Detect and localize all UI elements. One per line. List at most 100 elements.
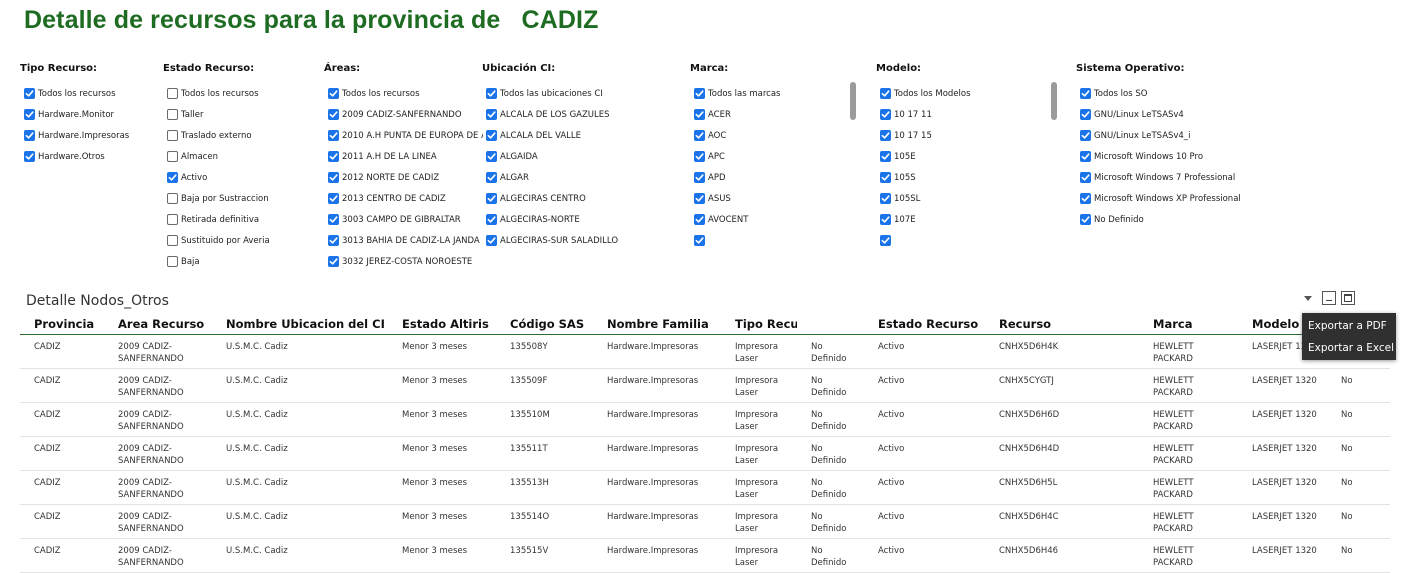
filter-option[interactable]: Almacen (167, 146, 307, 167)
checkbox-checked-icon[interactable] (328, 214, 339, 225)
checkbox-unchecked-icon[interactable] (167, 256, 178, 267)
filter-option[interactable]: Hardware.Monitor (24, 104, 154, 125)
filter-option[interactable]: 2011 A.H DE LA LINEA (328, 146, 483, 167)
checkbox-checked-icon[interactable] (486, 109, 497, 120)
filter-option[interactable]: 105E (880, 146, 1055, 167)
checkbox-checked-icon[interactable] (167, 172, 178, 183)
filter-option[interactable]: Traslado externo (167, 125, 307, 146)
checkbox-checked-icon[interactable] (328, 172, 339, 183)
filter-option[interactable]: 2010 A.H PUNTA DE EUROPA DE A (328, 125, 483, 146)
checkbox-checked-icon[interactable] (328, 193, 339, 204)
checkbox-unchecked-icon[interactable] (167, 88, 178, 99)
table-row[interactable]: CADIZ 2009 CADIZ-SANFERNANDO U.S.M.C. Cadi… (20, 436, 1390, 471)
checkbox-checked-icon[interactable] (880, 193, 891, 204)
table-row[interactable]: CADIZ 2009 CADIZ-SANFERNANDO U.S.M.C. Cadi… (20, 470, 1390, 505)
checkbox-checked-icon[interactable] (328, 151, 339, 162)
filter-option[interactable]: Activo (167, 167, 307, 188)
filter-option[interactable]: APD (694, 167, 854, 188)
filter-option[interactable]: Hardware.Impresoras (24, 125, 154, 146)
filter-option[interactable]: Todos las ubicaciones CI (486, 83, 676, 104)
filter-option[interactable]: Todos los recursos (328, 83, 483, 104)
column-header[interactable]: Código SAS (496, 313, 593, 335)
column-header[interactable]: Estado Altiris (388, 313, 496, 335)
filter-option[interactable]: GNU/Linux LeTSASv4_i (1080, 125, 1280, 146)
checkbox-checked-icon[interactable] (328, 130, 339, 141)
checkbox-checked-icon[interactable] (694, 193, 705, 204)
filter-option[interactable]: ALGECIRAS-NORTE (486, 209, 676, 230)
checkbox-checked-icon[interactable] (486, 172, 497, 183)
checkbox-checked-icon[interactable] (24, 88, 35, 99)
column-header[interactable]: Nombre Ubicacion del CI (212, 313, 388, 335)
table-row[interactable]: CADIZ 2009 CADIZ-SANFERNANDO U.S.M.C. Cadi… (20, 538, 1390, 573)
filter-option[interactable]: Retirada definitiva (167, 209, 307, 230)
checkbox-unchecked-icon[interactable] (167, 130, 178, 141)
checkbox-checked-icon[interactable] (24, 109, 35, 120)
checkbox-checked-icon[interactable] (486, 214, 497, 225)
checkbox-checked-icon[interactable] (24, 130, 35, 141)
checkbox-checked-icon[interactable] (694, 214, 705, 225)
table-row[interactable]: CADIZ 2009 CADIZ-SANFERNANDO U.S.M.C. Cadi… (20, 368, 1390, 403)
column-header[interactable]: Area Recurso (104, 313, 212, 335)
checkbox-checked-icon[interactable] (880, 235, 891, 246)
filter-option[interactable]: Microsoft Windows 10 Pro (1080, 146, 1280, 167)
filter-option[interactable]: AVOCENT (694, 209, 854, 230)
filter-option[interactable]: Todos los recursos (167, 83, 307, 104)
checkbox-checked-icon[interactable] (1080, 88, 1091, 99)
filter-list-estado[interactable]: Todos los recursos Taller Traslado externo… (167, 83, 307, 293)
filter-option[interactable]: Todos los SO (1080, 83, 1280, 104)
filter-list-marca[interactable]: Todos las marcas ACER AOC APC APD ASUS AVOCENT (694, 83, 854, 255)
filter-option[interactable]: 2012 NORTE DE CADIZ (328, 167, 483, 188)
filter-option[interactable]: 105S (880, 167, 1055, 188)
checkbox-checked-icon[interactable] (328, 109, 339, 120)
checkbox-checked-icon[interactable] (486, 130, 497, 141)
checkbox-checked-icon[interactable] (880, 109, 891, 120)
filter-list-ubicacion[interactable]: Todos las ubicaciones CI ALCALA DE LOS GA… (486, 83, 676, 255)
filter-option[interactable]: AOC (694, 125, 854, 146)
checkbox-checked-icon[interactable] (1080, 193, 1091, 204)
filter-option[interactable]: Sustituido por Averia (167, 230, 307, 251)
checkbox-checked-icon[interactable] (694, 151, 705, 162)
filter-option[interactable]: 105SL (880, 188, 1055, 209)
checkbox-unchecked-icon[interactable] (167, 235, 178, 246)
filter-option[interactable]: 2013 CENTRO DE CADIZ (328, 188, 483, 209)
filter-option[interactable]: ALGAIDA (486, 146, 676, 167)
filter-list-so[interactable]: Todos los SO GNU/Linux LeTSASv4 GNU/Linux … (1080, 83, 1280, 255)
filter-option[interactable]: ALGECIRAS-SUR SALADILLO (486, 230, 676, 251)
filter-option[interactable]: 10 17 15 (880, 125, 1055, 146)
filter-option[interactable]: ALGECIRAS CENTRO (486, 188, 676, 209)
filter-option[interactable]: 10 17 11 (880, 104, 1055, 125)
checkbox-checked-icon[interactable] (328, 235, 339, 246)
checkbox-unchecked-icon[interactable] (167, 193, 178, 204)
checkbox-unchecked-icon[interactable] (167, 109, 178, 120)
filter-option[interactable]: Baja por Sustraccion (167, 188, 307, 209)
filter-option[interactable]: ALGAR (486, 167, 676, 188)
checkbox-checked-icon[interactable] (694, 130, 705, 141)
checkbox-checked-icon[interactable] (880, 214, 891, 225)
checkbox-checked-icon[interactable] (486, 235, 497, 246)
checkbox-checked-icon[interactable] (880, 130, 891, 141)
minimize-icon[interactable] (1322, 291, 1336, 305)
filter-option[interactable]: Todos las marcas (694, 83, 854, 104)
checkbox-checked-icon[interactable] (1080, 172, 1091, 183)
filter-option[interactable]: Microsoft Windows 7 Professional (1080, 167, 1280, 188)
scrollbar-modelo[interactable] (1051, 82, 1057, 120)
checkbox-checked-icon[interactable] (328, 256, 339, 267)
filter-option[interactable]: ASUS (694, 188, 854, 209)
filter-option[interactable]: Baja (167, 251, 307, 272)
column-header[interactable]: Nombre Familia (593, 313, 721, 335)
checkbox-checked-icon[interactable] (1080, 130, 1091, 141)
filter-option[interactable]: APC (694, 146, 854, 167)
checkbox-checked-icon[interactable] (328, 88, 339, 99)
column-header[interactable]: Estado Recurso (864, 313, 985, 335)
filter-option[interactable]: ALCALA DE LOS GAZULES (486, 104, 676, 125)
filter-option[interactable]: 3013 BAHIA DE CADIZ-LA JANDA (328, 230, 483, 251)
filter-option[interactable]: 2009 CADIZ-SANFERNANDO (328, 104, 483, 125)
filter-option[interactable]: Todos los recursos (24, 83, 154, 104)
checkbox-checked-icon[interactable] (694, 235, 705, 246)
checkbox-checked-icon[interactable] (486, 151, 497, 162)
checkbox-unchecked-icon[interactable] (167, 151, 178, 162)
table-row[interactable]: CADIZ 2009 CADIZ-SANFERNANDO U.S.M.C. Cadi… (20, 504, 1390, 539)
filter-option[interactable]: GNU/Linux LeTSASv4 (1080, 104, 1280, 125)
filter-option[interactable]: ALCALA DEL VALLE (486, 125, 676, 146)
checkbox-checked-icon[interactable] (880, 172, 891, 183)
